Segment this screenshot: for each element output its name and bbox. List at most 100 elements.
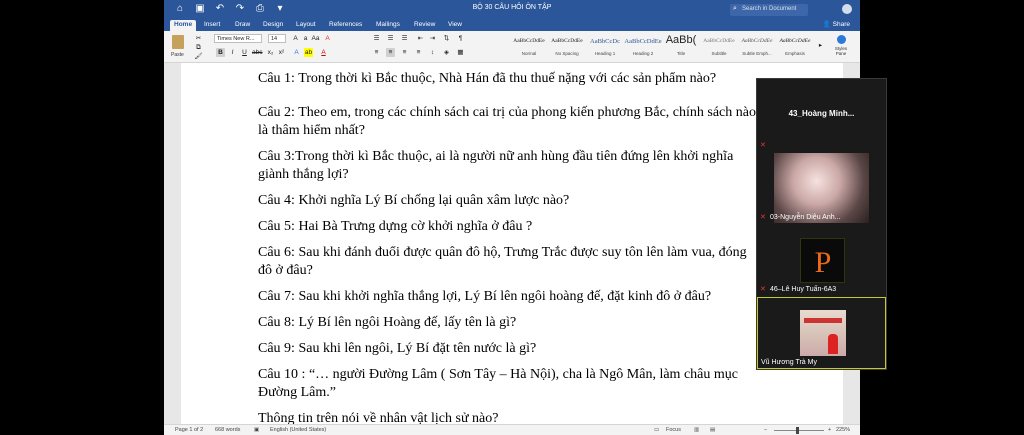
- font-size-select[interactable]: 14: [268, 34, 286, 43]
- participant-tile[interactable]: ✕ 03-Nguyễn Diệu Anh...: [757, 151, 886, 223]
- superscript-button[interactable]: x²: [277, 48, 286, 57]
- search-input[interactable]: ⌕ Search in Document: [730, 4, 808, 16]
- read-mode-icon[interactable]: ▥: [694, 427, 699, 433]
- participant-avatar: P: [800, 238, 845, 283]
- tab-design[interactable]: Design: [259, 20, 287, 29]
- zoom-level[interactable]: 225%: [836, 427, 850, 433]
- style-heading-2[interactable]: AaBbCcDdEe Heading 2: [624, 33, 662, 58]
- shading-icon[interactable]: ◈: [442, 48, 451, 57]
- subscript-button[interactable]: x₂: [266, 48, 275, 57]
- font-color-icon[interactable]: A: [319, 48, 328, 57]
- svg-text:P: P: [815, 246, 832, 279]
- search-placeholder: Search in Document: [742, 6, 797, 12]
- style-normal[interactable]: AaBbCcDdEe Normal: [510, 33, 548, 58]
- language-indicator[interactable]: English (United States): [270, 427, 326, 433]
- doc-line[interactable]: giành thắng lợi?: [258, 166, 349, 184]
- zoom-slider[interactable]: [774, 430, 824, 431]
- doc-line[interactable]: đô ở đâu?: [258, 262, 313, 280]
- numbering-icon[interactable]: ☰: [386, 34, 395, 43]
- account-icon[interactable]: [842, 4, 852, 14]
- doc-line[interactable]: Câu 7: Sau khi khởi nghĩa thắng lợi, Lý …: [258, 288, 711, 306]
- underline-button[interactable]: U: [240, 48, 249, 57]
- style-emphasis[interactable]: AaBbCcDdEe Emphasis: [776, 33, 814, 58]
- zoom-slider-thumb[interactable]: [796, 427, 799, 434]
- align-center-icon[interactable]: ≡: [386, 48, 395, 57]
- style-heading-1[interactable]: AaBbCcDc Heading 1: [586, 33, 624, 58]
- line-spacing-icon[interactable]: ↕: [428, 48, 437, 57]
- tab-view[interactable]: View: [444, 20, 466, 29]
- tab-draw[interactable]: Draw: [231, 20, 254, 29]
- styles-pane-button[interactable]: Styles Pane: [830, 33, 852, 59]
- change-case-icon[interactable]: Aa: [311, 34, 320, 43]
- text-effects-icon[interactable]: A: [292, 48, 301, 57]
- grow-font-icon[interactable]: A: [291, 34, 300, 43]
- multilevel-list-icon[interactable]: ☰: [400, 34, 409, 43]
- doc-line[interactable]: Câu 9: Sau khi lên ngôi, Lý Bí đặt tên n…: [258, 340, 536, 358]
- doc-line[interactable]: Câu 5: Hai Bà Trưng dựng cờ khởi nghĩa ở…: [258, 218, 532, 236]
- justify-icon[interactable]: ≡: [414, 48, 423, 57]
- format-painter-icon[interactable]: 🖌: [194, 52, 203, 61]
- word-count[interactable]: 668 words: [215, 427, 240, 433]
- zoom-in-icon[interactable]: +: [828, 427, 831, 433]
- align-right-icon[interactable]: ≡: [400, 48, 409, 57]
- pilcrow-icon[interactable]: ¶: [456, 34, 465, 43]
- style-subtle-emphasis[interactable]: AaBbCcDdEe Subtle Emph...: [738, 33, 776, 58]
- cut-icon[interactable]: ✂: [194, 34, 203, 43]
- doc-line[interactable]: Câu 4: Khởi nghĩa Lý Bí chống lại quân x…: [258, 192, 569, 210]
- participant-tile-active[interactable]: Vũ Hương Trà My: [757, 297, 886, 369]
- ribbon-tabs: Home Insert Draw Design Layout Reference…: [164, 19, 860, 31]
- italic-button[interactable]: I: [228, 48, 237, 57]
- bold-button[interactable]: B: [216, 48, 225, 57]
- document-page[interactable]: Câu 1: Trong thời kì Bắc thuộc, Nhà Hán …: [181, 63, 843, 424]
- tab-references[interactable]: References: [325, 20, 366, 29]
- sort-icon[interactable]: ⇅: [442, 34, 451, 43]
- proofing-icon[interactable]: ▣: [254, 427, 259, 433]
- print-layout-icon[interactable]: ▤: [710, 427, 715, 433]
- paste-button[interactable]: Paste: [170, 33, 186, 58]
- bullets-icon[interactable]: ☰: [372, 34, 381, 43]
- tab-mailings[interactable]: Mailings: [372, 20, 404, 29]
- doc-line[interactable]: Câu 3:Trong thời kì Bắc thuộc, ai là ngư…: [258, 148, 733, 166]
- borders-icon[interactable]: ▦: [456, 48, 465, 57]
- styles-more-icon[interactable]: ▸: [816, 41, 825, 50]
- doc-line[interactable]: Đường Lâm.”: [258, 384, 336, 402]
- style-title[interactable]: AaBb(Title: [662, 33, 700, 58]
- style-no-spacing[interactable]: AaBbCcDdEe No Spacing: [548, 33, 586, 58]
- video-gallery: 43_Hoàng Minh... ✕ ✕ 03-Nguyễn Diệu Anh.…: [756, 78, 887, 370]
- increase-indent-icon[interactable]: ⇥: [428, 34, 437, 43]
- clear-formatting-icon[interactable]: A: [323, 34, 332, 43]
- tab-layout[interactable]: Layout: [292, 20, 320, 29]
- doc-line[interactable]: Thông tin trên nói về nhân vật lịch sử n…: [258, 410, 498, 424]
- focus-icon[interactable]: ▭: [654, 427, 659, 433]
- tab-home[interactable]: Home: [170, 20, 197, 31]
- decrease-indent-icon[interactable]: ⇤: [416, 34, 425, 43]
- doc-line[interactable]: là thâm hiểm nhất?: [258, 122, 365, 140]
- participant-tile[interactable]: P ✕ 46–Lê Huy Tuấn-6A3: [757, 223, 886, 295]
- font-name-select[interactable]: Times New R...: [214, 34, 262, 43]
- doc-line[interactable]: Câu 1: Trong thời kì Bắc thuộc, Nhà Hán …: [258, 70, 716, 88]
- participant-tile[interactable]: 43_Hoàng Minh... ✕: [757, 79, 886, 151]
- focus-button[interactable]: Focus: [666, 427, 681, 433]
- align-left-icon[interactable]: ≡: [372, 48, 381, 57]
- share-button[interactable]: 👤 Share: [823, 20, 850, 28]
- tab-insert[interactable]: Insert: [200, 20, 224, 29]
- participant-name: Vũ Hương Trà My: [761, 359, 817, 366]
- status-bar: Page 1 of 2 668 words ▣ English (United …: [164, 424, 860, 435]
- copy-icon[interactable]: ⧉: [194, 43, 203, 52]
- doc-line[interactable]: Câu 10 : “… người Đường Lâm ( Sơn Tây – …: [258, 366, 738, 384]
- participant-video: [774, 153, 869, 223]
- doc-line[interactable]: Câu 6: Sau khi đánh đuổi được quân đô hộ…: [258, 244, 747, 262]
- muted-mic-icon: ✕: [760, 286, 766, 293]
- tab-review[interactable]: Review: [410, 20, 439, 29]
- highlight-icon[interactable]: ab: [304, 48, 313, 57]
- search-icon: ⌕: [733, 5, 737, 12]
- clipboard-icon: [172, 35, 184, 49]
- strikethrough-button[interactable]: abc: [252, 48, 262, 57]
- doc-line[interactable]: Câu 8: Lý Bí lên ngôi Hoàng đế, lấy tên …: [258, 314, 516, 332]
- shrink-font-icon[interactable]: a: [301, 34, 310, 43]
- zoom-out-icon[interactable]: −: [764, 427, 767, 433]
- doc-line[interactable]: Câu 2: Theo em, trong các chính sách cai…: [258, 104, 756, 122]
- participant-video: [800, 310, 846, 356]
- style-subtitle[interactable]: AaBbCcDdEe Subtitle: [700, 33, 738, 58]
- page-count[interactable]: Page 1 of 2: [175, 427, 203, 433]
